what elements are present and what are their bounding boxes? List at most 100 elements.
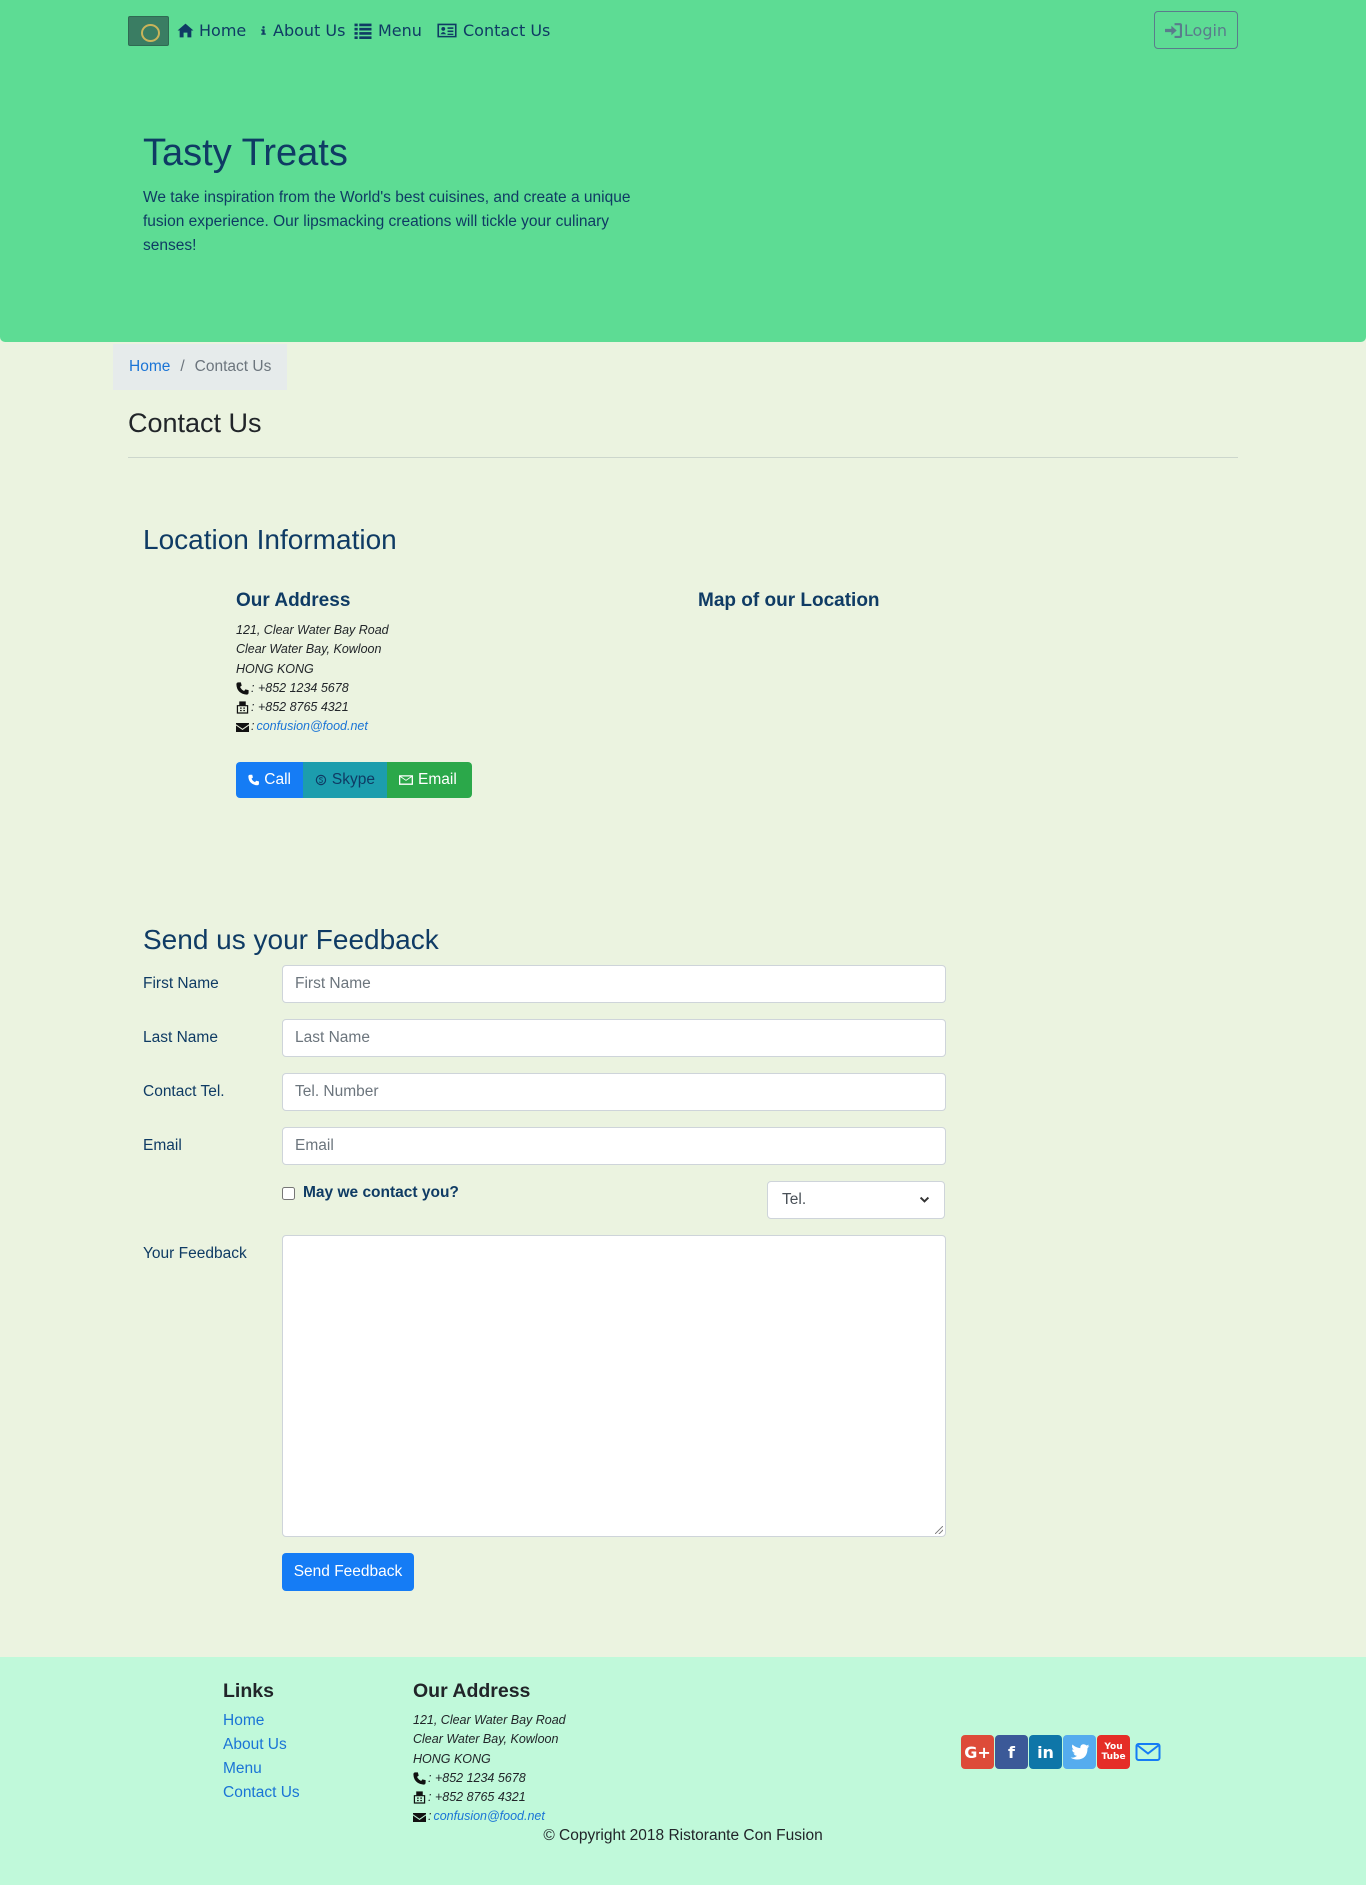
social-links: G+ f in You Tube: [961, 1735, 1164, 1769]
nav-item-menu[interactable]: Menu: [353, 18, 422, 42]
breadcrumb-separator: /: [180, 358, 185, 375]
envelope-outline-glyph: [1135, 1743, 1160, 1761]
footer-address-block: 121, Clear Water Bay Road Clear Water Ba…: [413, 1711, 566, 1827]
footer-link-menu[interactable]: Menu: [223, 1760, 262, 1777]
phone-line: : +852 1234 5678: [413, 1769, 566, 1788]
footer-link-about[interactable]: About Us: [223, 1736, 287, 1753]
google-plus-icon[interactable]: G+: [961, 1735, 994, 1769]
phone-line: : +852 1234 5678: [236, 679, 389, 698]
address-line: 121, Clear Water Bay Road: [413, 1713, 566, 1727]
nav-label: Contact Us: [463, 20, 551, 40]
nav-label: Menu: [378, 20, 422, 40]
first-name-field[interactable]: [282, 965, 946, 1003]
phone-icon: [248, 774, 259, 786]
facebook-icon[interactable]: f: [995, 1735, 1028, 1769]
email-button[interactable]: Email: [387, 762, 472, 798]
email-prefix: :: [251, 719, 255, 734]
hero-banner: Tasty Treats We take inspiration from th…: [0, 58, 1366, 342]
breadcrumb-home-link[interactable]: Home: [129, 358, 170, 376]
send-feedback-button[interactable]: Send Feedback: [282, 1553, 414, 1591]
brand-logo[interactable]: [128, 16, 169, 46]
fax-icon: [236, 701, 249, 714]
contact-consent-checkbox[interactable]: [282, 1186, 295, 1200]
email-link[interactable]: confusion@food.net: [433, 1807, 544, 1826]
nav-item-about[interactable]: About Us: [259, 18, 345, 42]
skype-label: Skype: [331, 771, 375, 788]
twitter-icon[interactable]: [1063, 1735, 1096, 1769]
feedback-label: Your Feedback: [143, 1245, 247, 1262]
footer-address-heading: Our Address: [413, 1680, 531, 1702]
envelope-icon[interactable]: [1131, 1735, 1164, 1769]
envelope-icon: [413, 1812, 426, 1822]
phone-icon: [236, 682, 249, 695]
phone-number: : +852 1234 5678: [251, 680, 349, 695]
map-heading: Map of our Location: [698, 590, 880, 611]
copyright: © Copyright 2018 Ristorante Con Fusion: [543, 1827, 823, 1844]
login-button[interactable]: Login: [1154, 11, 1238, 49]
phone-number: : +852 1234 5678: [428, 1770, 526, 1785]
info-icon: [261, 25, 266, 35]
footer-links: Home About Us Menu Contact Us: [223, 1712, 300, 1808]
contact-button-group: Call Skype Email: [236, 762, 472, 798]
contact-consent-label: May we contact you?: [303, 1184, 459, 1201]
feedback-section-title: Send us your Feedback: [143, 924, 439, 955]
nav-item-home[interactable]: Home: [177, 18, 246, 42]
nav-label: Home: [199, 20, 247, 40]
call-label: Call: [264, 771, 291, 788]
email-field[interactable]: [282, 1127, 946, 1165]
call-button[interactable]: Call: [236, 762, 303, 798]
envelope-outline-icon: [399, 775, 413, 785]
hero-text: We take inspiration from the World's bes…: [143, 189, 631, 254]
youtube-icon[interactable]: You Tube: [1097, 1735, 1130, 1769]
address-line: HONG KONG: [413, 1751, 491, 1766]
linkedin-icon[interactable]: in: [1029, 1735, 1062, 1769]
home-icon: [177, 23, 194, 37]
divider: [128, 457, 1238, 458]
chevron-down-icon: [919, 1196, 930, 1203]
email-link[interactable]: confusion@food.net: [256, 717, 367, 736]
our-address-heading: Our Address: [236, 590, 351, 611]
sign-in-icon: [1164, 22, 1182, 38]
contact-method-select[interactable]: Tel.: [767, 1181, 945, 1219]
address-line: HONG KONG: [236, 661, 314, 676]
email-prefix: :: [428, 1809, 432, 1824]
nav-label: About Us: [273, 20, 346, 40]
address-line: 121, Clear Water Bay Road: [236, 623, 389, 637]
footer-link-contact[interactable]: Contact Us: [223, 1784, 300, 1801]
login-label: Login: [1183, 20, 1228, 40]
envelope-icon: [236, 722, 249, 732]
fax-line: : +852 8765 4321: [413, 1788, 566, 1807]
footer: [0, 1657, 1366, 1885]
page-title: Contact Us: [128, 408, 262, 438]
email-line: : confusion@food.net: [236, 717, 389, 736]
breadcrumb: Home / Contact Us: [113, 344, 287, 390]
address-block: 121, Clear Water Bay Road Clear Water Ba…: [236, 621, 389, 737]
location-section-title: Location Information: [143, 524, 397, 555]
email-line: : confusion@food.net: [413, 1807, 566, 1826]
last-name-field[interactable]: [282, 1019, 946, 1057]
fax-line: : +852 8765 4321: [236, 698, 389, 717]
contact-method-value: Tel.: [782, 1191, 807, 1208]
email-label: Email: [143, 1137, 182, 1154]
fax-icon: [413, 1791, 426, 1804]
footer-link-home[interactable]: Home: [223, 1712, 264, 1729]
breadcrumb-current: Contact Us: [194, 358, 272, 375]
address-line: Clear Water Bay, Kowloon: [236, 642, 382, 657]
address-line: Clear Water Bay, Kowloon: [413, 1732, 559, 1747]
nav-item-contact[interactable]: Contact Us: [436, 18, 550, 42]
skype-icon: [315, 774, 327, 786]
footer-links-heading: Links: [223, 1680, 274, 1702]
skype-button[interactable]: Skype: [303, 762, 387, 798]
fax-number: : +852 8765 4321: [428, 1790, 526, 1805]
hero-title: Tasty Treats: [143, 132, 348, 174]
last-name-label: Last Name: [143, 1029, 218, 1046]
feedback-textarea[interactable]: [282, 1235, 946, 1537]
phone-icon: [413, 1772, 426, 1785]
first-name-label: First Name: [143, 975, 219, 992]
twitter-bird-glyph: [1070, 1744, 1089, 1760]
address-card-icon: [437, 23, 457, 37]
navbar: Home About Us Menu Contact Us Login: [0, 0, 1366, 58]
tel-field[interactable]: [282, 1073, 946, 1111]
list-icon: [354, 23, 372, 39]
contact-consent-row: May we contact you?: [282, 1184, 459, 1202]
